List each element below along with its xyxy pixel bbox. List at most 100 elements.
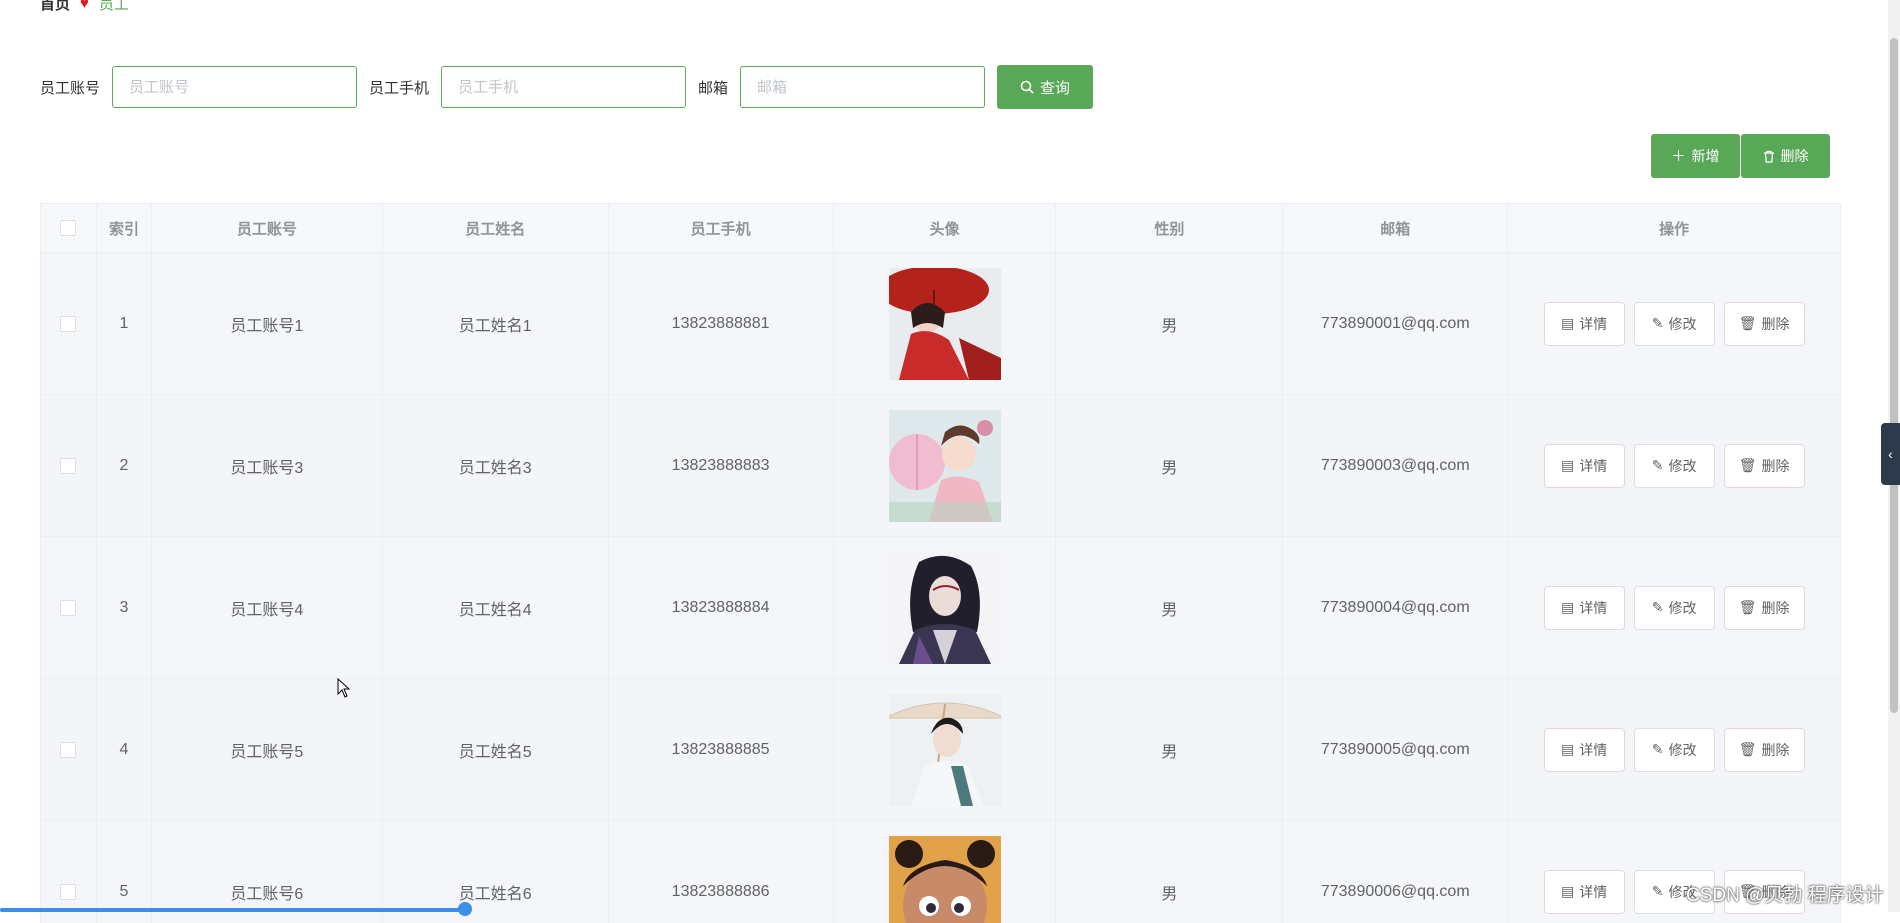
row-checkbox[interactable]: [60, 458, 76, 474]
select-all-cell: [41, 204, 97, 252]
row-email: 773890005@qq.com: [1283, 679, 1508, 820]
row-phone: 13823888883: [609, 395, 834, 536]
header-email: 邮箱: [1283, 204, 1508, 252]
document-icon: ▤: [1561, 741, 1574, 758]
header-index: 索引: [97, 204, 152, 252]
row-phone: 13823888885: [609, 679, 834, 820]
pencil-icon: ✎: [1652, 599, 1664, 616]
phone-label: 员工手机: [369, 77, 429, 98]
horizontal-scrollbar[interactable]: [0, 908, 470, 912]
add-label: 新增: [1692, 146, 1720, 166]
chevron-left-icon: ‹: [1888, 446, 1893, 462]
detail-button[interactable]: ▤详情: [1544, 302, 1625, 346]
avatar[interactable]: [889, 836, 1001, 923]
header-gender: 性别: [1056, 204, 1283, 252]
row-gender: 男: [1056, 395, 1283, 536]
add-button[interactable]: ＋ 新增: [1651, 134, 1740, 178]
breadcrumb-current: 员工: [99, 0, 129, 14]
avatar[interactable]: [889, 552, 1001, 664]
row-index: 2: [97, 395, 152, 536]
heart-icon: ♥: [80, 0, 89, 12]
mouse-cursor-icon: [337, 678, 351, 698]
email-label: 邮箱: [698, 77, 728, 98]
header-ops: 操作: [1508, 204, 1840, 252]
row-phone: 13823888881: [609, 253, 834, 394]
row-account: 员工账号4: [152, 537, 383, 678]
plus-icon: ＋: [1672, 146, 1686, 166]
row-checkbox[interactable]: [60, 316, 76, 332]
delete-button[interactable]: 删除: [1741, 134, 1830, 178]
delete-label: 删除: [1781, 146, 1809, 166]
header-phone: 员工手机: [609, 204, 834, 252]
trash-icon: 🗑: [1739, 315, 1757, 332]
row-index: 3: [97, 537, 152, 678]
header-avatar: 头像: [834, 204, 1057, 252]
table-row: 1 员工账号1 员工姓名1 13823888881 男 773890001@qq…: [41, 253, 1840, 395]
account-input[interactable]: [112, 66, 357, 108]
row-account: 员工账号1: [152, 253, 383, 394]
document-icon: ▤: [1561, 315, 1574, 332]
watermark: CSDN @贝勃 程序设计: [1686, 880, 1884, 907]
avatar[interactable]: [889, 694, 1001, 806]
phone-input[interactable]: [441, 66, 686, 108]
edit-button[interactable]: ✎修改: [1634, 586, 1715, 630]
horizontal-scroll-handle[interactable]: [458, 902, 472, 916]
row-gender: 男: [1056, 537, 1283, 678]
detail-button[interactable]: ▤详情: [1544, 444, 1625, 488]
edit-button[interactable]: ✎修改: [1634, 444, 1715, 488]
side-panel-toggle[interactable]: ‹: [1881, 423, 1900, 485]
row-name: 员工姓名1: [383, 253, 609, 394]
edit-button[interactable]: ✎修改: [1634, 728, 1715, 772]
breadcrumb-home[interactable]: 首页: [40, 0, 70, 14]
row-name: 员工姓名3: [383, 395, 609, 536]
row-delete-button[interactable]: 🗑删除: [1724, 444, 1805, 488]
row-gender: 男: [1056, 679, 1283, 820]
row-phone: 13823888886: [609, 821, 834, 923]
trash-icon: 🗑: [1739, 741, 1757, 758]
row-actions: ▤详情 ✎修改 🗑删除: [1544, 586, 1805, 630]
pencil-icon: ✎: [1652, 315, 1664, 332]
row-delete-button[interactable]: 🗑删除: [1724, 302, 1805, 346]
detail-button[interactable]: ▤详情: [1544, 728, 1625, 772]
table-row: 2 员工账号3 员工姓名3 13823888883 男 773890003@qq…: [41, 395, 1840, 537]
row-delete-button[interactable]: 🗑删除: [1724, 586, 1805, 630]
table-row: 3 员工账号4 员工姓名4 13823888884 男 773890004@qq…: [41, 537, 1840, 679]
toolbar-actions: ＋ 新增 删除: [1651, 134, 1830, 178]
table-header: 索引 员工账号 员工姓名 员工手机 头像 性别 邮箱 操作: [41, 204, 1840, 253]
row-email: 773890003@qq.com: [1283, 395, 1508, 536]
table-body: 1 员工账号1 员工姓名1 13823888881 男 773890001@qq…: [41, 253, 1840, 923]
pencil-icon: ✎: [1652, 741, 1664, 758]
employee-table: 索引 员工账号 员工姓名 员工手机 头像 性别 邮箱 操作 1 员工账号1 员工…: [40, 203, 1841, 923]
header-name: 员工姓名: [383, 204, 609, 252]
avatar[interactable]: [889, 410, 1001, 522]
row-checkbox[interactable]: [60, 742, 76, 758]
pencil-icon: ✎: [1652, 883, 1664, 900]
row-phone: 13823888884: [609, 537, 834, 678]
row-delete-button[interactable]: 🗑删除: [1724, 728, 1805, 772]
account-label: 员工账号: [40, 77, 100, 98]
row-account: 员工账号3: [152, 395, 383, 536]
avatar[interactable]: [889, 268, 1001, 380]
email-input[interactable]: [740, 66, 985, 108]
row-index: 4: [97, 679, 152, 820]
trash-icon: 🗑: [1739, 599, 1757, 616]
row-checkbox[interactable]: [60, 884, 76, 900]
row-actions: ▤详情 ✎修改 🗑删除: [1544, 728, 1805, 772]
row-index: 1: [97, 253, 152, 394]
header-account: 员工账号: [152, 204, 383, 252]
query-button[interactable]: 查询: [997, 65, 1093, 109]
edit-button[interactable]: ✎修改: [1634, 302, 1715, 346]
document-icon: ▤: [1561, 457, 1574, 474]
search-bar: 员工账号 员工手机 邮箱 查询: [40, 65, 1093, 109]
row-gender: 男: [1056, 821, 1283, 923]
row-checkbox[interactable]: [60, 600, 76, 616]
row-actions: ▤详情 ✎修改 🗑删除: [1544, 302, 1805, 346]
select-all-checkbox[interactable]: [60, 220, 76, 236]
row-actions: ▤详情 ✎修改 🗑删除: [1544, 444, 1805, 488]
detail-button[interactable]: ▤详情: [1544, 870, 1625, 914]
detail-button[interactable]: ▤详情: [1544, 586, 1625, 630]
search-icon: [1020, 80, 1034, 94]
scrollbar-thumb[interactable]: [1890, 38, 1898, 713]
query-label: 查询: [1040, 77, 1070, 98]
document-icon: ▤: [1561, 599, 1574, 616]
